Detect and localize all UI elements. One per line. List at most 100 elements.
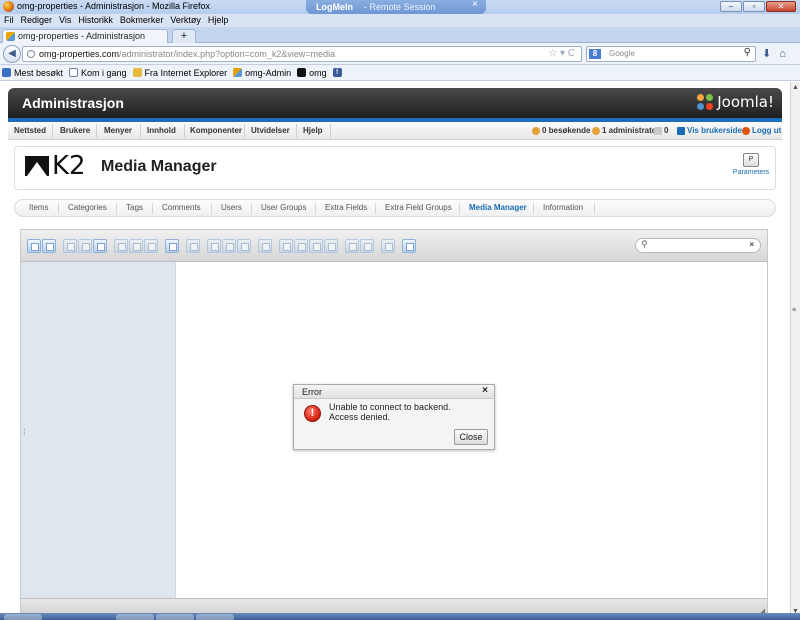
browser-tab[interactable]: omg-properties - Administrasjon [2, 29, 168, 43]
resize-grip-icon[interactable]: ⁞ [23, 427, 26, 437]
folder-tree[interactable]: ⁞ [21, 262, 176, 598]
subnav-extra-field-groups[interactable]: Extra Field Groups [385, 203, 452, 212]
messages-status[interactable]: 0 [654, 126, 668, 135]
copy-icon[interactable] [207, 239, 221, 253]
new-file-icon[interactable] [129, 239, 143, 253]
dialog-close-button[interactable]: Close [454, 429, 488, 445]
admins-status: 1 administrator [592, 126, 660, 135]
cut-icon[interactable] [222, 239, 236, 253]
dialog-close-icon[interactable]: × [482, 385, 488, 396]
bookmark-kom-i-gang[interactable]: Kom i gang [69, 68, 127, 78]
menu-nettsted[interactable]: Nettsted [14, 126, 46, 135]
scroll-grip-icon[interactable]: ≡ [792, 307, 796, 314]
menu-hjelp[interactable]: Hjelp [208, 14, 229, 27]
browser-search-box[interactable]: 8 Google ⚲ [586, 46, 756, 62]
view-list-icon[interactable] [402, 239, 416, 253]
subnav-information[interactable]: Information [543, 203, 583, 212]
subnav-users[interactable]: Users [221, 203, 242, 212]
subnav-categories[interactable]: Categories [68, 203, 107, 212]
browser-tabbar: omg-properties - Administrasjon + [0, 27, 800, 43]
menu-fil[interactable]: Fil [4, 14, 14, 27]
rename-icon[interactable] [294, 239, 308, 253]
new-folder-icon[interactable] [114, 239, 128, 253]
tab-title: omg-properties - Administrasjon [18, 31, 146, 41]
parameters-button[interactable]: P Parameters [731, 153, 771, 176]
search-icon[interactable]: ⚲ [744, 47, 751, 58]
menu-separator [330, 124, 331, 138]
subnav-extra-fields[interactable]: Extra Fields [325, 203, 367, 212]
menu-brukere[interactable]: Brukere [60, 126, 90, 135]
menu-historikk[interactable]: Historikk [78, 14, 113, 27]
scroll-up-icon[interactable]: ▲ [792, 84, 799, 91]
page-scrollbar[interactable]: ▲ ≡ ▼ [790, 82, 800, 620]
extract-icon[interactable] [345, 239, 359, 253]
logmein-remote-tab[interactable]: LogMeIn - Remote Session × [306, 0, 486, 14]
bookmark-omg-admin[interactable]: omg-Admin [233, 68, 291, 78]
remote-close-icon[interactable]: × [472, 0, 478, 10]
url-domain: omg-properties.com [39, 49, 120, 59]
logout-link[interactable]: Logg ut [742, 126, 781, 135]
upload-icon[interactable] [144, 239, 158, 253]
preview-icon[interactable] [186, 239, 200, 253]
forward-arrow-icon[interactable] [42, 239, 56, 253]
bookmark-facebook[interactable]: f [332, 68, 342, 77]
edit-icon[interactable] [309, 239, 323, 253]
new-tab-button[interactable]: + [172, 29, 196, 43]
resize-icon[interactable] [360, 239, 374, 253]
archive-icon[interactable] [324, 239, 338, 253]
bookmark-omg[interactable]: omg [297, 68, 327, 78]
subnav-media-manager[interactable]: Media Manager [469, 203, 527, 212]
admin-main-menu: Nettsted Brukere Menyer Innhold Komponen… [8, 122, 782, 140]
menu-komponenter[interactable]: Komponenter [190, 126, 242, 135]
info-icon[interactable] [165, 239, 179, 253]
dialog-header[interactable]: Error × [294, 385, 494, 399]
bookmark-fra-ie[interactable]: Fra Internet Explorer [132, 68, 227, 78]
subnav-separator [315, 203, 316, 214]
error-message-line1: Unable to connect to backend. [329, 402, 451, 412]
menu-menyer[interactable]: Menyer [104, 126, 132, 135]
search-clear-icon[interactable]: × [749, 240, 754, 249]
joomla-logo: Joomla! [697, 93, 774, 111]
window-close-button[interactable]: ✕ [766, 1, 796, 12]
taskbar-firefox-button[interactable] [196, 614, 234, 620]
menu-utvidelser[interactable]: Utvidelser [251, 126, 290, 135]
menu-innhold[interactable]: Innhold [147, 126, 176, 135]
menu-hjelp-admin[interactable]: Hjelp [303, 126, 323, 135]
menu-bokmerker[interactable]: Bokmerker [120, 14, 164, 27]
admin-header: Administrasjon Joomla! [8, 88, 782, 118]
menu-vis[interactable]: Vis [59, 14, 71, 27]
duplicate-icon[interactable] [279, 239, 293, 253]
subnav-tags[interactable]: Tags [126, 203, 143, 212]
start-button[interactable] [4, 614, 42, 620]
subnav-user-groups[interactable]: User Groups [261, 203, 306, 212]
url-bar[interactable]: omg-properties.com/administrator/index.p… [22, 46, 582, 62]
menu-verktoy[interactable]: Verktøy [170, 14, 201, 27]
google-engine-icon[interactable]: 8 [589, 49, 601, 59]
bookmark-star-icon[interactable]: ☆ ▾ C [548, 48, 575, 59]
back-arrow-icon[interactable] [27, 239, 41, 253]
paste-icon[interactable] [237, 239, 251, 253]
minimize-button[interactable]: – [720, 1, 742, 12]
view-site-link[interactable]: Vis brukerside [677, 126, 742, 135]
reload-icon[interactable] [78, 239, 92, 253]
search-icon: ⚲ [641, 239, 648, 249]
subnav-items[interactable]: Items [29, 203, 49, 212]
taskbar-ie-button[interactable] [116, 614, 154, 620]
delete-icon[interactable] [258, 239, 272, 253]
download-home-icons[interactable]: ⬇⌂ [762, 47, 794, 60]
menu-rediger[interactable]: Rediger [21, 14, 53, 27]
back-button[interactable]: ◀ [3, 45, 21, 63]
view-icons-icon[interactable] [381, 239, 395, 253]
users-icon [532, 126, 540, 135]
globe-icon [27, 50, 35, 58]
subnav-separator [116, 203, 117, 214]
bookmark-mest-besokt[interactable]: Mest besøkt [2, 68, 63, 78]
subnav-comments[interactable]: Comments [162, 203, 201, 212]
maximize-button[interactable]: ▫ [743, 1, 765, 12]
home-icon[interactable] [63, 239, 77, 253]
menu-separator [96, 124, 97, 138]
media-toolbar: ⚲ × [21, 230, 767, 262]
media-search-input[interactable]: ⚲ × [635, 238, 761, 253]
save-icon[interactable] [93, 239, 107, 253]
taskbar-app-button[interactable] [156, 614, 194, 620]
